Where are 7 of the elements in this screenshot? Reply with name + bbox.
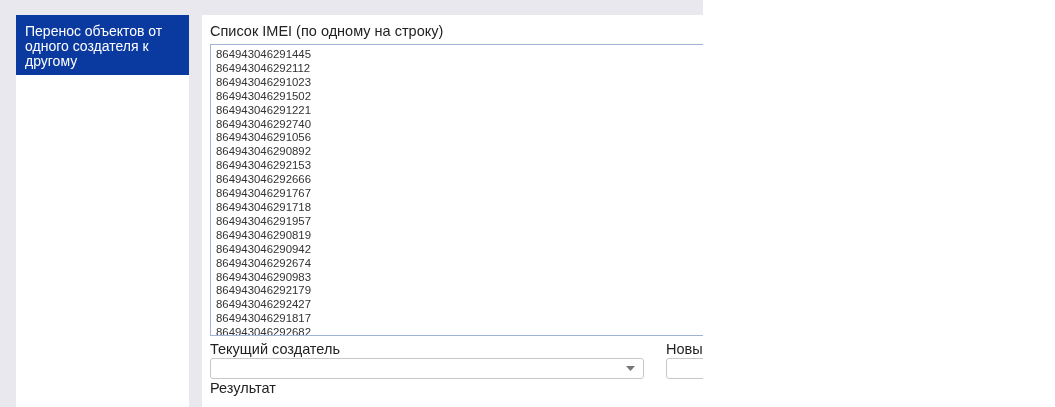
new-creator-label: Новы [666,340,703,358]
caret-icon [626,366,635,371]
result-label: Результат [210,381,277,396]
current-creator-dropdown[interactable] [210,358,644,379]
sidebar-item[interactable]: Перенос объектов от одного создателя к другому [16,15,189,75]
current-creator-label: Текущий создатель [210,340,341,358]
imei-list-label: Список IMEI (по одному на строку) [210,22,445,40]
